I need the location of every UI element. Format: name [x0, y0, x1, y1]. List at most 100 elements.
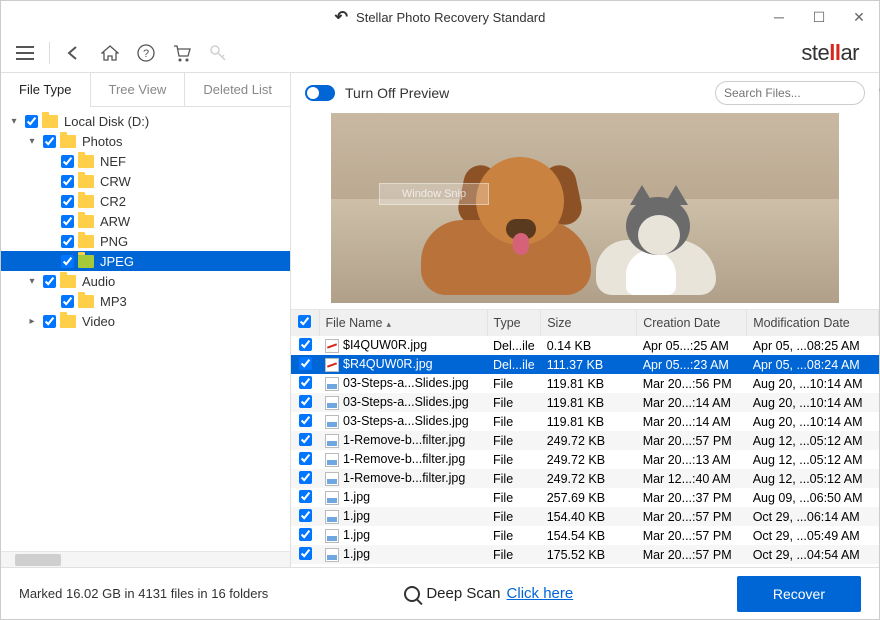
- tree-checkbox[interactable]: [25, 115, 38, 128]
- tree-node-crw[interactable]: CRW: [1, 171, 290, 191]
- col-type[interactable]: Type: [487, 310, 541, 336]
- magnifier-icon: [404, 586, 420, 602]
- table-row[interactable]: 1-Remove-b...filter.jpgFile249.72 KBMar …: [291, 450, 879, 469]
- search-box[interactable]: [715, 81, 865, 105]
- recover-button[interactable]: Recover: [737, 576, 861, 612]
- table-row[interactable]: $R4QUW0R.jpgDel...ile111.37 KBApr 05...:…: [291, 355, 879, 374]
- row-checkbox[interactable]: [299, 471, 312, 484]
- menu-button[interactable]: [9, 37, 41, 69]
- tree-node-mp3[interactable]: MP3: [1, 291, 290, 311]
- tab-deleted-list[interactable]: Deleted List: [185, 73, 291, 106]
- folder-icon: [60, 315, 76, 328]
- tree-label: MP3: [100, 294, 127, 309]
- tree-node-arw[interactable]: ARW: [1, 211, 290, 231]
- tree-label: Local Disk (D:): [64, 114, 149, 129]
- nav-back-button[interactable]: [58, 37, 90, 69]
- tree-node-jpeg[interactable]: JPEG: [1, 251, 290, 271]
- image-file-icon: [325, 472, 339, 486]
- back-history-icon[interactable]: ↶: [335, 7, 348, 27]
- tree-node-photos[interactable]: ▾Photos: [1, 131, 290, 151]
- tree-checkbox[interactable]: [61, 295, 74, 308]
- folder-icon: [60, 135, 76, 148]
- minimize-button[interactable]: ─: [759, 1, 799, 33]
- table-row[interactable]: $I4QUW0R.jpgDel...ile0.14 KBApr 05...:25…: [291, 336, 879, 355]
- tree-checkbox[interactable]: [61, 195, 74, 208]
- search-input[interactable]: [724, 86, 879, 100]
- tree-label: NEF: [100, 154, 126, 169]
- tree-node-local-disk-d-[interactable]: ▾Local Disk (D:): [1, 111, 290, 131]
- table-row[interactable]: 1.jpgFile175.52 KBMar 20...:57 PMOct 29,…: [291, 545, 879, 564]
- image-file-icon: [325, 529, 339, 543]
- window-snip-overlay: Window Snip: [379, 183, 489, 205]
- tree-checkbox[interactable]: [43, 315, 56, 328]
- close-button[interactable]: ✕: [839, 1, 879, 33]
- tree-checkbox[interactable]: [43, 135, 56, 148]
- tree-label: JPEG: [100, 254, 134, 269]
- tree-checkbox[interactable]: [61, 175, 74, 188]
- tree-checkbox[interactable]: [61, 255, 74, 268]
- tree-label: Video: [82, 314, 115, 329]
- tree-node-audio[interactable]: ▾Audio: [1, 271, 290, 291]
- tree-checkbox[interactable]: [43, 275, 56, 288]
- file-table[interactable]: File Name▴ Type Size Creation Date Modif…: [291, 310, 879, 564]
- deep-scan-link[interactable]: Click here: [507, 585, 574, 602]
- tab-tree-view[interactable]: Tree View: [91, 73, 186, 106]
- image-file-icon: [325, 491, 339, 505]
- row-checkbox[interactable]: [299, 490, 312, 503]
- row-checkbox[interactable]: [299, 433, 312, 446]
- table-row[interactable]: 1.jpgFile154.54 KBMar 20...:57 PMOct 29,…: [291, 526, 879, 545]
- row-checkbox[interactable]: [299, 395, 312, 408]
- row-checkbox[interactable]: [299, 357, 312, 370]
- tree-node-video[interactable]: ▸Video: [1, 311, 290, 331]
- row-checkbox[interactable]: [299, 338, 312, 351]
- folder-icon: [78, 295, 94, 308]
- tree-label: Photos: [82, 134, 122, 149]
- help-button[interactable]: ?: [130, 37, 162, 69]
- tree-label: Audio: [82, 274, 115, 289]
- status-text: Marked 16.02 GB in 4131 files in 16 fold…: [19, 586, 268, 601]
- tree-hscroll[interactable]: [1, 551, 290, 567]
- row-checkbox[interactable]: [299, 509, 312, 522]
- image-file-icon: [325, 377, 339, 391]
- left-tabs: File TypeTree ViewDeleted List: [1, 73, 290, 107]
- row-checkbox[interactable]: [299, 452, 312, 465]
- tree-node-png[interactable]: PNG: [1, 231, 290, 251]
- table-row[interactable]: 03-Steps-a...Slides.jpgFile119.81 KBMar …: [291, 374, 879, 393]
- col-check[interactable]: [291, 310, 319, 336]
- image-file-icon: [325, 548, 339, 562]
- key-button[interactable]: [202, 37, 234, 69]
- right-panel: Turn Off Preview Window Snip File Name▴ …: [291, 73, 879, 567]
- row-checkbox[interactable]: [299, 547, 312, 560]
- image-file-icon: [325, 434, 339, 448]
- table-row[interactable]: 1-Remove-b...filter.jpgFile249.72 KBMar …: [291, 431, 879, 450]
- table-row[interactable]: 1.jpgFile257.69 KBMar 20...:37 PMAug 09,…: [291, 488, 879, 507]
- tab-file-type[interactable]: File Type: [1, 73, 91, 106]
- tree-view[interactable]: ▾Local Disk (D:)▾Photos NEF CRW CR2ARWPNG JP…: [1, 107, 290, 551]
- folder-icon: [78, 175, 94, 188]
- tree-node-nef[interactable]: NEF: [1, 151, 290, 171]
- preview-toggle[interactable]: [305, 85, 335, 101]
- image-file-icon: [325, 415, 339, 429]
- file-table-wrap[interactable]: File Name▴ Type Size Creation Date Modif…: [291, 309, 879, 567]
- col-creation-date[interactable]: Creation Date: [637, 310, 747, 336]
- maximize-button[interactable]: ☐: [799, 1, 839, 33]
- table-row[interactable]: 03-Steps-a...Slides.jpgFile119.81 KBMar …: [291, 412, 879, 431]
- tree-checkbox[interactable]: [61, 235, 74, 248]
- row-checkbox[interactable]: [299, 528, 312, 541]
- tree-node-cr2[interactable]: CR2: [1, 191, 290, 211]
- table-row[interactable]: 03-Steps-a...Slides.jpgFile119.81 KBMar …: [291, 393, 879, 412]
- cart-button[interactable]: [166, 37, 198, 69]
- table-row[interactable]: 1.jpgFile154.40 KBMar 20...:57 PMOct 29,…: [291, 507, 879, 526]
- table-row[interactable]: 1-Remove-b...filter.jpgFile249.72 KBMar …: [291, 469, 879, 488]
- col-filename[interactable]: File Name▴: [319, 310, 487, 336]
- col-size[interactable]: Size: [541, 310, 637, 336]
- row-checkbox[interactable]: [299, 414, 312, 427]
- tree-label: CRW: [100, 174, 131, 189]
- row-checkbox[interactable]: [299, 376, 312, 389]
- image-file-icon: [325, 453, 339, 467]
- home-button[interactable]: [94, 37, 126, 69]
- tree-checkbox[interactable]: [61, 155, 74, 168]
- col-modification-date[interactable]: Modification Date: [747, 310, 879, 336]
- folder-icon: [42, 115, 58, 128]
- tree-checkbox[interactable]: [61, 215, 74, 228]
